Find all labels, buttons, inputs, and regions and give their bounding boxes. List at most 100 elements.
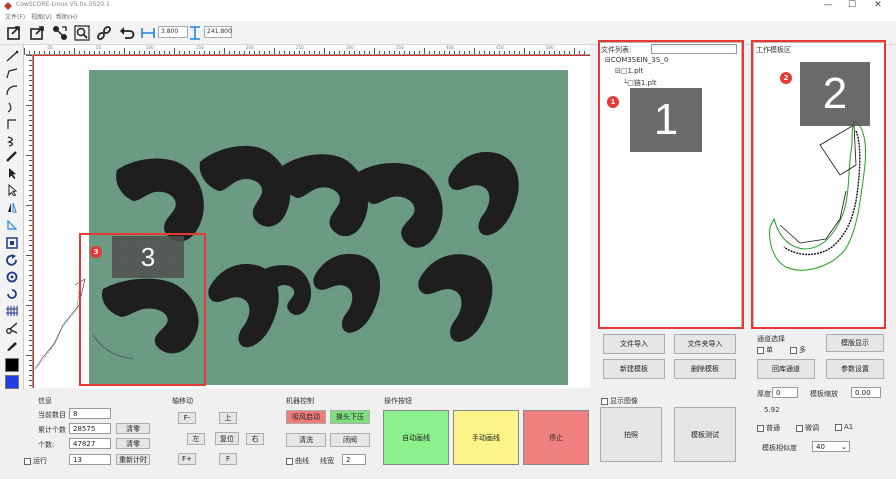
ruler-tick bbox=[194, 51, 195, 54]
fine-checkbox[interactable]: 微调 bbox=[796, 423, 819, 433]
pen-tool[interactable] bbox=[4, 149, 20, 163]
clean-button[interactable]: 清洗 bbox=[286, 433, 326, 447]
menu-view[interactable]: 视图(V) bbox=[31, 12, 52, 21]
rotate-cw-tool[interactable] bbox=[4, 253, 20, 267]
export-button[interactable] bbox=[27, 23, 47, 43]
link-button[interactable] bbox=[94, 23, 114, 43]
color-swatch-blue[interactable] bbox=[5, 375, 19, 389]
spline-tool[interactable] bbox=[4, 117, 20, 131]
clear-count-button[interactable]: 清零 bbox=[116, 438, 150, 449]
multi-checkbox[interactable]: 多 bbox=[790, 345, 806, 355]
curve-checkbox[interactable]: 曲线 bbox=[286, 456, 309, 466]
ruler-tick bbox=[134, 51, 135, 54]
thickness-input[interactable]: 0 bbox=[772, 387, 798, 398]
maximize-button[interactable]: ☐ bbox=[842, 0, 862, 11]
arc-tool[interactable] bbox=[4, 83, 20, 97]
curve-tool[interactable] bbox=[4, 100, 20, 114]
ruler-tick bbox=[319, 51, 320, 54]
wave-tool[interactable] bbox=[4, 134, 20, 148]
flip-tool[interactable] bbox=[4, 217, 20, 231]
run-checkbox[interactable]: 运行 bbox=[24, 456, 47, 466]
param-setting-button[interactable]: 参数设置 bbox=[826, 359, 884, 379]
single-checkbox[interactable]: 单 bbox=[757, 345, 773, 355]
ruler-tick bbox=[539, 51, 540, 54]
delete-template-button[interactable]: 删除模板 bbox=[674, 359, 736, 379]
ruler-tick bbox=[349, 51, 350, 54]
recount-button[interactable]: 重新计时 bbox=[116, 454, 150, 465]
ruler-tick bbox=[354, 51, 355, 54]
reset-button[interactable]: 复位 bbox=[215, 432, 239, 445]
manual-draw-button[interactable]: 手动画线 bbox=[453, 410, 519, 465]
select-tool[interactable] bbox=[4, 166, 20, 180]
show-image-checkbox[interactable]: 显示图像 bbox=[601, 396, 638, 406]
polyline-tool[interactable] bbox=[4, 66, 20, 80]
ruler-label: 500 bbox=[546, 45, 554, 50]
capture-button[interactable]: 拍照 bbox=[600, 407, 662, 462]
ruler-tick bbox=[249, 51, 250, 54]
undo-button[interactable] bbox=[117, 23, 137, 43]
scale-input[interactable]: 0.00 bbox=[851, 387, 881, 398]
ruler-label: 450 bbox=[496, 45, 504, 50]
line-width-input[interactable]: 2 bbox=[342, 454, 366, 465]
line-tool[interactable] bbox=[4, 49, 20, 63]
head-down-button[interactable]: 换头下压 bbox=[330, 410, 370, 424]
ruler-tick bbox=[29, 95, 32, 96]
ruler-tick bbox=[574, 48, 575, 54]
clear-total-button[interactable]: 清零 bbox=[116, 423, 150, 434]
grid-tool[interactable] bbox=[4, 304, 20, 318]
line-width-label: 线宽 bbox=[320, 457, 334, 465]
ruler-tick bbox=[254, 51, 255, 54]
normal-checkbox[interactable]: 普通 bbox=[757, 423, 780, 433]
template-test-button[interactable]: 模板测试 bbox=[674, 407, 736, 462]
eraser-tool[interactable] bbox=[4, 338, 20, 352]
similarity-select[interactable]: 40 ⌄ bbox=[812, 441, 850, 452]
ruler-tick bbox=[29, 370, 32, 371]
wave-tool-icon bbox=[7, 136, 14, 147]
open-file-button[interactable] bbox=[4, 23, 24, 43]
ruler-tick bbox=[29, 365, 32, 366]
back-channel-button[interactable]: 回库通道 bbox=[757, 359, 815, 379]
height-tool-button[interactable] bbox=[185, 23, 205, 43]
auto-draw-button[interactable]: 自动画线 bbox=[383, 410, 449, 465]
menu-file[interactable]: 文件(F) bbox=[5, 12, 25, 21]
move-down-button[interactable]: F bbox=[219, 453, 237, 465]
vacuum-button[interactable]: 吸风启动 bbox=[286, 410, 326, 424]
color-swatch-black[interactable] bbox=[5, 358, 19, 372]
nodes-button[interactable] bbox=[50, 23, 70, 43]
rectangle-tool[interactable] bbox=[4, 236, 20, 250]
run-check-icon bbox=[24, 457, 31, 465]
ruler-tick bbox=[154, 51, 155, 54]
menu-help[interactable]: 帮助(H) bbox=[56, 12, 77, 21]
close-button[interactable]: ✕ bbox=[868, 0, 888, 11]
thickness-label: 厚度 bbox=[757, 390, 771, 398]
minimize-button[interactable]: — bbox=[818, 0, 838, 11]
move-right-button[interactable]: 右 bbox=[246, 433, 264, 445]
arc-tool-icon bbox=[6, 85, 18, 96]
ruler-tick bbox=[439, 51, 440, 54]
node-select-tool[interactable] bbox=[4, 183, 20, 197]
width-input[interactable]: 3.800 bbox=[158, 26, 188, 38]
ruler-tick bbox=[489, 51, 490, 54]
import-folder-button[interactable]: 文件夹导入 bbox=[674, 334, 736, 354]
rotate-ccw-tool[interactable] bbox=[4, 270, 20, 284]
width-tool-button[interactable] bbox=[138, 23, 158, 43]
cut-tool[interactable] bbox=[4, 321, 20, 335]
template-show-button[interactable]: 模版显示 bbox=[826, 334, 884, 352]
move-left-button[interactable]: 左 bbox=[187, 433, 205, 445]
height-input[interactable]: 241.800 bbox=[204, 26, 232, 38]
a1-checkbox[interactable]: A1 bbox=[835, 423, 853, 431]
move-downleft-button[interactable]: F+ bbox=[178, 453, 196, 465]
circle-tool[interactable] bbox=[4, 287, 20, 301]
ruler-tick bbox=[29, 180, 32, 181]
mirror-tool[interactable] bbox=[4, 200, 20, 214]
ruler-label: 200 bbox=[246, 45, 254, 50]
ruler-tick bbox=[304, 51, 305, 54]
new-template-button[interactable]: 新建模板 bbox=[603, 359, 665, 379]
ruler-tick bbox=[29, 135, 32, 136]
move-upleft-button[interactable]: F- bbox=[178, 412, 196, 424]
import-file-button[interactable]: 文件导入 bbox=[603, 334, 665, 354]
close-valve-button[interactable]: 闭阀 bbox=[330, 433, 370, 447]
stop-button[interactable]: 停止 bbox=[523, 410, 589, 465]
move-up-button[interactable]: 上 bbox=[219, 412, 237, 424]
zoom-button[interactable] bbox=[72, 23, 92, 43]
